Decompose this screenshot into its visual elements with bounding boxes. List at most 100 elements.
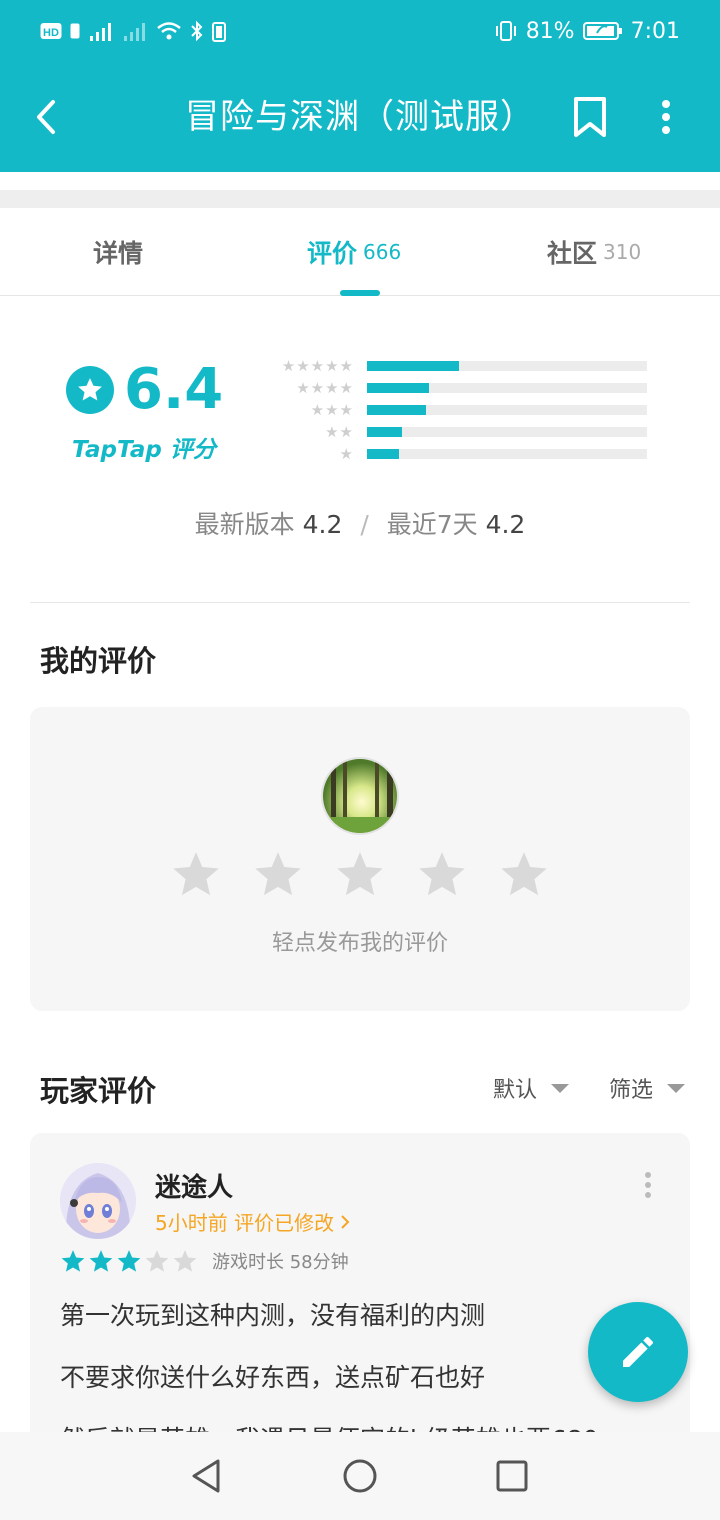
square-recents-icon: [496, 1460, 528, 1492]
filter-dropdown[interactable]: 筛选: [609, 1070, 686, 1106]
review-rating: 游戏时长 58分钟: [60, 1248, 349, 1274]
status-bar: HD 81% 7:01: [0, 0, 720, 62]
caret-down-icon: [667, 1083, 686, 1093]
recent-score: 4.2: [485, 510, 526, 539]
review-playtime: 游戏时长 58分钟: [212, 1252, 349, 1273]
latest-version-score: 4.2: [302, 510, 343, 539]
circle-home-icon: [343, 1459, 377, 1493]
rate-star-1[interactable]: [170, 850, 222, 900]
battery-percent: 81%: [525, 18, 575, 44]
rating-star-badge-icon: [66, 366, 114, 414]
more-menu-button[interactable]: [648, 94, 684, 140]
latest-version-label: 最新版本: [194, 510, 295, 539]
distribution-bar: [367, 383, 647, 393]
status-bar-right: 81% 7:01: [494, 16, 680, 46]
nav-back-button[interactable]: [186, 1456, 226, 1496]
filter-label: 筛选: [609, 1078, 654, 1103]
distribution-bar-fill: [367, 383, 429, 393]
distribution-row: ★★: [270, 421, 660, 443]
distribution-bar-fill: [367, 361, 460, 371]
my-review-title: 我的评价: [40, 644, 157, 678]
header-separator: [0, 190, 720, 208]
distribution-stars: ★★★: [310, 401, 354, 419]
distribution-stars: ★★★★★: [281, 357, 354, 375]
hd-icon: HD: [40, 23, 62, 39]
distribution-bar-fill: [367, 427, 402, 437]
signal-x-icon: [124, 23, 145, 41]
system-nav-bar: [0, 1432, 720, 1520]
avatar: [321, 757, 399, 835]
filled-star-icon: [89, 1249, 113, 1272]
bookmark-button[interactable]: [568, 94, 612, 140]
page-title: 冒险与深渊（测试服）: [185, 97, 535, 137]
tab-count: 310: [603, 240, 642, 264]
version-separator: /: [360, 510, 369, 539]
distribution-bar: [367, 361, 647, 371]
rating-score: 6.4: [124, 357, 224, 422]
distribution-stars: ★★★★: [296, 379, 354, 397]
tab-label: 详情: [93, 239, 144, 268]
post-review-hint: 轻点发布我的评价: [271, 931, 448, 956]
battery-small-icon: [212, 22, 226, 42]
rating-label: TapTap 评分: [72, 437, 216, 463]
review-time-ago: 5小时前: [155, 1211, 228, 1235]
review-text-line: 第一次玩到这种内测，没有福利的内测: [60, 1301, 486, 1330]
clock: 7:01: [630, 18, 680, 44]
sort-dropdown[interactable]: 默认: [493, 1070, 570, 1106]
write-review-button[interactable]: [588, 1302, 688, 1402]
distribution-row: ★: [270, 443, 660, 465]
recent-label: 最近7天: [386, 510, 478, 539]
rating-summary: 6.4 TapTap 评分: [66, 360, 226, 470]
tab-label: 社区: [547, 239, 598, 268]
review-text-line: 不要求你送什么好东西，送点矿石也好: [60, 1363, 486, 1392]
player-reviews-title: 玩家评价: [40, 1074, 157, 1108]
empty-star-icon: [173, 1249, 197, 1272]
bluetooth-icon: [191, 20, 203, 42]
tab-details[interactable]: 详情: [93, 208, 143, 296]
rate-star-5[interactable]: [498, 850, 550, 900]
more-vertical-icon: [662, 100, 670, 134]
review-more-button[interactable]: [642, 1171, 654, 1201]
rate-star-3[interactable]: [334, 850, 386, 900]
rate-star-4[interactable]: [416, 850, 468, 900]
review-stars: [60, 1249, 198, 1274]
tab-bar: 详情 评价 666 社区 310: [0, 208, 720, 296]
distribution-stars: ★★: [325, 423, 354, 441]
tab-reviews[interactable]: 评价 666: [307, 208, 401, 296]
nav-recents-button[interactable]: [492, 1456, 532, 1496]
nav-home-button[interactable]: [340, 1456, 380, 1496]
distribution-stars: ★: [339, 445, 354, 463]
rate-star-2[interactable]: [252, 850, 304, 900]
tab-count: 666: [363, 240, 402, 264]
triangle-back-icon: [192, 1459, 220, 1493]
pencil-icon: [623, 1337, 653, 1367]
chevron-right-icon: [341, 1215, 350, 1229]
distribution-row: ★★★★: [270, 377, 660, 399]
my-rating-stars: [170, 850, 550, 900]
version-scores: 最新版本 4.2 / 最近7天 4.2: [0, 505, 720, 541]
tab-community[interactable]: 社区 310: [547, 208, 641, 296]
signal-4g-icon: [90, 23, 111, 41]
more-vertical-icon: [645, 1172, 651, 1198]
wifi-icon: [157, 22, 181, 40]
review-time[interactable]: 5小时前 评价已修改: [155, 1207, 350, 1236]
distribution-bar: [367, 449, 647, 459]
sort-label: 默认: [493, 1078, 538, 1103]
battery-icon: [582, 22, 622, 40]
reviewer-avatar[interactable]: [60, 1163, 136, 1239]
reviewer-name[interactable]: 迷途人: [155, 1167, 233, 1204]
empty-star-icon: [145, 1249, 169, 1272]
section-divider: [30, 602, 690, 603]
my-review-card[interactable]: 轻点发布我的评价: [30, 707, 690, 1011]
filled-star-icon: [117, 1249, 141, 1272]
review-edited: 评价已修改: [234, 1211, 335, 1235]
review-card[interactable]: 迷途人 5小时前 评价已修改 游戏时长 58分钟 第一次玩到这种内测，没有福利的…: [30, 1133, 690, 1443]
sim-icon: [70, 23, 80, 39]
filled-star-icon: [61, 1249, 85, 1272]
active-tab-indicator: [340, 290, 380, 296]
vibrate-icon: [495, 21, 516, 41]
app-bar: 冒险与深渊（测试服）: [0, 62, 720, 172]
tab-label: 评价: [307, 239, 358, 268]
status-bar-left: HD: [40, 16, 226, 46]
distribution-bar-fill: [367, 449, 400, 459]
